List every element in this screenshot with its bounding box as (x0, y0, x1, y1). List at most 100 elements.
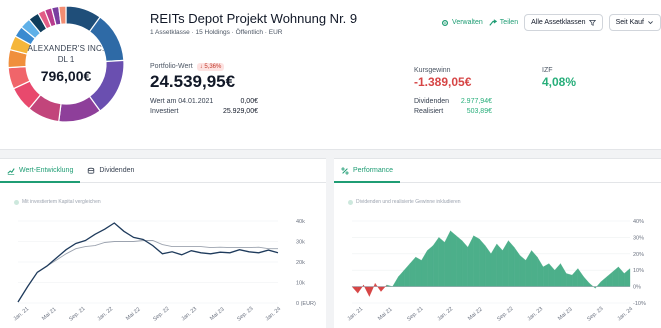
donut-holding-sub: DL 1 (57, 55, 75, 64)
x-tick-label: Mai 23 (557, 307, 574, 322)
area-segment (519, 255, 526, 287)
asset-class-filter[interactable]: Alle Assetklassen (524, 14, 603, 31)
x-tick-label: Jan. 23 (181, 306, 199, 322)
allocation-donut[interactable]: ALEXANDER'S INC. DL 1 796,00€ (6, 4, 126, 124)
area-segment (380, 284, 387, 292)
percent-icon (341, 167, 349, 175)
irr-value: 4,08% (542, 75, 577, 89)
x-tick-label: Jan. 24 (265, 306, 283, 322)
manage-button[interactable]: Verwalten (441, 19, 483, 27)
portfolio-value-label: Portfolio-Wert ↓ 5,36% (150, 63, 225, 71)
asset-class-filter-label: Alle Assetklassen (531, 19, 586, 26)
area-segment (473, 235, 480, 287)
y-tick-label: 30k (296, 240, 305, 246)
x-tick-label: Sep. 23 (236, 306, 254, 323)
area-segment (438, 237, 445, 287)
tab-dividends[interactable]: Dividenden (80, 159, 141, 183)
area-segment (461, 240, 468, 287)
area-segment (403, 263, 411, 287)
area-segment (548, 263, 555, 287)
x-tick-label: Jan. 22 (97, 306, 115, 322)
area-segment (606, 271, 613, 287)
price-gain-label: Kursgewinn (414, 67, 451, 74)
x-tick-label: Jan. 22 (437, 306, 455, 322)
area-segment (369, 283, 376, 297)
area-segment (467, 235, 474, 287)
x-tick-label: Jan. 23 (527, 306, 545, 322)
manage-label: Verwalten (452, 19, 483, 26)
donut-holding-name: ALEXANDER'S INC. (27, 44, 105, 53)
area-segment (409, 256, 416, 287)
share-icon (489, 18, 497, 26)
y-tick-label: 10k (296, 281, 305, 287)
x-tick-label: Mai 23 (209, 307, 226, 322)
area-segment (351, 286, 358, 294)
area-segment (554, 263, 561, 287)
x-tick-label: Sep. 21 (406, 306, 424, 323)
price-gain-value: -1.389,05€ (414, 75, 472, 89)
y-tick-label: 20k (296, 260, 305, 266)
area-segment (490, 243, 497, 287)
include-dividends-toggle[interactable]: Dividenden und realisierte Gewinne inklu… (348, 199, 461, 205)
area-segment (566, 273, 573, 287)
x-tick-label: Mai 22 (125, 307, 142, 322)
area-segment (415, 256, 422, 287)
x-tick-label: Mai 21 (41, 307, 58, 322)
toggle-dot-icon (348, 199, 353, 205)
area-segment (375, 282, 382, 292)
area-segment (542, 263, 550, 287)
dividends-value: 2.977,94€ (460, 98, 492, 105)
area-segment (456, 235, 463, 287)
area-segment (525, 249, 532, 287)
area-segment (595, 281, 602, 289)
area-segment (624, 268, 631, 287)
filter-icon (588, 20, 596, 26)
value-line-chart[interactable]: 40k 30k 20k 10k 0 (EUR) Jan. 21 Mai 21 Sep. 21 J… (0, 207, 326, 325)
timeframe-select[interactable]: Seit Kauf (608, 14, 661, 31)
area-segment (531, 250, 538, 287)
x-tick-label: Jan. 21 (347, 306, 365, 322)
area-segment (444, 230, 451, 287)
value-development-card: Wert-Entwicklung Dividenden Mit investie… (0, 158, 326, 328)
y-tick-label: 10% (633, 268, 644, 274)
area-segment (612, 266, 619, 287)
coins-icon (88, 167, 95, 174)
tab-value-development[interactable]: Wert-Entwicklung (0, 159, 81, 183)
performance-area-chart[interactable]: 40% 30% 20% 10% 0% -10% Jan. 21 Mai 21 Sep. 21 Ja… (334, 207, 661, 325)
area-segment (600, 276, 607, 287)
area-segment (514, 246, 521, 287)
area-segment (502, 240, 509, 287)
area-segment (392, 276, 399, 287)
x-tick-label: Jan. 24 (617, 306, 635, 322)
invested-amount: 25.929,00€ (222, 108, 258, 115)
area-segment (508, 240, 515, 287)
area-segment (432, 236, 440, 287)
tab-performance[interactable]: Performance (334, 159, 401, 183)
y-tick-label: 40% (633, 219, 644, 225)
area-segment (589, 282, 596, 289)
area-segment (496, 243, 503, 287)
right-card-tabs: Performance (334, 159, 661, 183)
portfolio-summary: ALEXANDER'S INC. DL 1 796,00€ REITs Depo… (0, 0, 661, 150)
area-segment (618, 266, 625, 287)
y-tick-label: -10% (633, 301, 646, 307)
x-tick-label: Mai 22 (467, 307, 484, 322)
invested-label: Investiert (150, 108, 179, 115)
area-segment (427, 245, 434, 287)
toggle-dot-icon (14, 199, 19, 205)
x-tick-label: Mai 21 (377, 307, 394, 322)
x-tick-label: Sep. 22 (152, 306, 170, 323)
area-segment (537, 256, 544, 287)
share-button[interactable]: Teilen (489, 18, 519, 27)
y-tick-label: 0% (633, 285, 641, 291)
x-tick-label: Sep. 21 (68, 306, 86, 323)
area-segment (450, 230, 457, 287)
left-card-tabs: Wert-Entwicklung Dividenden (0, 159, 326, 183)
area-segment (479, 238, 486, 287)
area-segment (577, 268, 584, 287)
share-label: Teilen (499, 19, 519, 26)
area-segment (398, 269, 405, 287)
y-tick-label: 20% (633, 252, 644, 258)
compare-invested-toggle[interactable]: Mit investiertem Kapital vergleichen (14, 199, 101, 205)
area-segment (560, 263, 567, 287)
